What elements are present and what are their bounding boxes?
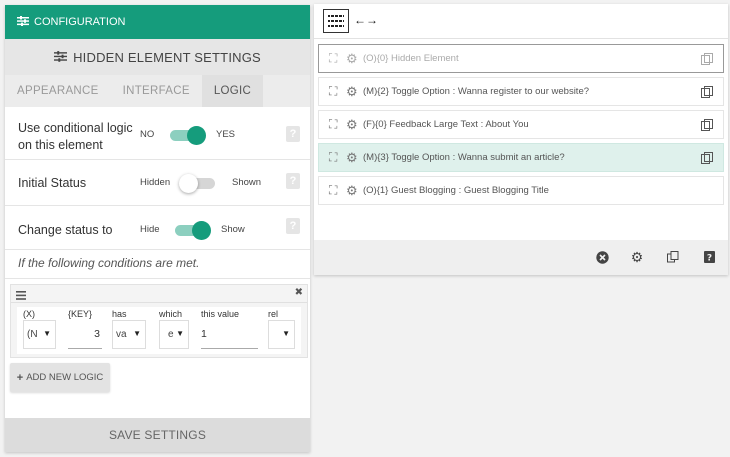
configuration-tab[interactable]: CONFIGURATION xyxy=(5,5,310,39)
resize-arrows-icon[interactable]: ←→ xyxy=(354,13,378,27)
which-select[interactable]: e ▼ xyxy=(159,320,189,349)
duplicate-icon[interactable] xyxy=(666,250,680,264)
list-item-label: (F){0} Feedback Large Text : About You xyxy=(363,119,529,130)
sliders-icon xyxy=(17,15,29,29)
tab-logic[interactable]: LOGIC xyxy=(201,75,264,107)
toggle-on-label: Show xyxy=(221,224,245,235)
duplicate-icon[interactable] xyxy=(701,119,713,131)
divider xyxy=(5,278,310,279)
configuration-tab-bar: CONFIGURATION xyxy=(5,5,310,39)
tab-interface[interactable]: INTERFACE xyxy=(111,75,202,107)
panel-title-text: HIDDEN ELEMENT SETTINGS xyxy=(73,49,261,65)
drag-handle-icon[interactable] xyxy=(16,289,26,303)
elements-toolbar: ←→ xyxy=(314,4,728,39)
this-value-input[interactable]: 1 xyxy=(201,320,258,349)
change-status-toggle[interactable] xyxy=(175,221,211,240)
key-input-value: 3 xyxy=(94,328,100,340)
conditional-logic-label-line2: on this element xyxy=(18,138,103,152)
gear-icon[interactable]: ⚙ xyxy=(630,249,644,265)
logic-rule-header: ✖ xyxy=(11,285,307,303)
has-select[interactable]: va ▼ xyxy=(112,320,146,349)
gear-icon[interactable]: ⚙ xyxy=(346,84,363,100)
grid-layout-button[interactable] xyxy=(323,9,349,33)
toggle-off-label: Hide xyxy=(140,224,160,235)
initial-status-toggle[interactable] xyxy=(179,174,215,193)
sliders-icon xyxy=(54,50,68,65)
logic-rule-fields: (X) {KEY} has which this value rel (N ▼ 3… xyxy=(17,307,301,354)
has-select-value: va xyxy=(116,329,127,340)
list-item-label: (O){0} Hidden Element xyxy=(363,53,459,64)
duplicate-icon[interactable] xyxy=(701,86,713,98)
fullscreen-icon[interactable]: ⛶ xyxy=(329,150,346,165)
help-icon[interactable]: ? xyxy=(702,250,716,264)
toggle-on-label: YES xyxy=(216,129,236,140)
change-status-label: Change status to xyxy=(18,223,113,237)
duplicate-icon[interactable] xyxy=(701,53,713,65)
initial-status-row: Initial Status Hidden Shown ? xyxy=(5,160,310,206)
add-new-logic-button[interactable]: + ADD NEW LOGIC xyxy=(10,363,110,392)
column-header-this-value: this value xyxy=(201,309,240,319)
list-item[interactable]: ⛶ ⚙ (M){2} Toggle Option : Wanna registe… xyxy=(318,77,724,106)
gear-icon[interactable]: ⚙ xyxy=(346,117,363,133)
toggle-off-label: Hidden xyxy=(140,177,171,188)
save-settings-button[interactable]: SAVE SETTINGS xyxy=(5,418,310,452)
gear-icon[interactable]: ⚙ xyxy=(346,150,363,166)
column-header-key: {KEY} xyxy=(68,309,93,319)
elements-footer: ⚙ ? xyxy=(314,240,728,275)
subtab-bar: APPEARANCE INTERFACE LOGIC xyxy=(5,75,310,107)
fullscreen-icon[interactable]: ⛶ xyxy=(329,117,346,132)
conditional-logic-toggle[interactable] xyxy=(170,126,206,145)
list-item[interactable]: ⛶ ⚙ (O){1} Guest Blogging : Guest Bloggi… xyxy=(318,176,724,205)
grid-icon xyxy=(328,13,344,29)
list-item-label: (M){3} Toggle Option : Wanna submit an a… xyxy=(363,152,565,163)
initial-status-label: Initial Status xyxy=(18,176,87,190)
logic-rule: ✖ (X) {KEY} has which this value rel (N ▼… xyxy=(10,284,308,358)
close-circle-icon[interactable] xyxy=(595,250,609,264)
list-item-label: (O){1} Guest Blogging : Guest Blogging T… xyxy=(363,185,549,196)
toggle-off-label: NO xyxy=(140,129,155,140)
conditional-logic-row: Use conditional logic on this element NO… xyxy=(5,107,310,160)
conditions-text: If the following conditions are met. xyxy=(18,256,200,270)
toggle-knob xyxy=(187,126,206,145)
toggle-knob xyxy=(179,174,198,193)
x-select[interactable]: (N ▼ xyxy=(23,320,56,349)
help-icon[interactable]: ? xyxy=(286,126,300,142)
configuration-tab-label: CONFIGURATION xyxy=(34,16,126,28)
rel-select[interactable]: ▼ xyxy=(268,320,295,349)
conditional-logic-label: Use conditional logic on this element xyxy=(18,120,133,154)
tab-appearance[interactable]: APPEARANCE xyxy=(5,75,111,107)
panel-title: HIDDEN ELEMENT SETTINGS xyxy=(5,39,310,75)
help-icon[interactable]: ? xyxy=(286,218,300,234)
elements-panel: ←→ ⛶ ⚙ (O){0} Hidden Element ⛶ ⚙ (M){2} … xyxy=(314,4,728,275)
this-value-input-value: 1 xyxy=(201,328,207,340)
fullscreen-icon[interactable]: ⛶ xyxy=(329,51,346,66)
list-item-label: (M){2} Toggle Option : Wanna register to… xyxy=(363,86,590,97)
svg-text:?: ? xyxy=(706,254,711,264)
list-item[interactable]: ⛶ ⚙ (M){3} Toggle Option : Wanna submit … xyxy=(318,143,724,172)
which-select-value: e xyxy=(168,329,174,340)
column-header-has: has xyxy=(112,309,127,319)
settings-panel: CONFIGURATION HIDDEN ELEMENT SETTINGS AP… xyxy=(5,5,310,452)
add-new-logic-label: ADD NEW LOGIC xyxy=(26,372,104,383)
element-list: ⛶ ⚙ (O){0} Hidden Element ⛶ ⚙ (M){2} Tog… xyxy=(318,44,724,209)
column-header-x: (X) xyxy=(23,309,35,319)
change-status-row: Change status to Hide Show ? xyxy=(5,206,310,250)
help-icon[interactable]: ? xyxy=(286,173,300,189)
conditional-logic-label-line1: Use conditional logic xyxy=(18,121,133,135)
fullscreen-icon[interactable]: ⛶ xyxy=(329,84,346,99)
plus-icon: + xyxy=(16,371,24,384)
list-item[interactable]: ⛶ ⚙ (F){0} Feedback Large Text : About Y… xyxy=(318,110,724,139)
fullscreen-icon[interactable]: ⛶ xyxy=(329,183,346,198)
toggle-knob xyxy=(192,221,211,240)
x-select-value: (N xyxy=(27,329,38,340)
close-icon[interactable]: ✖ xyxy=(295,287,303,298)
duplicate-icon[interactable] xyxy=(701,152,713,164)
column-header-which: which xyxy=(159,309,183,319)
key-input[interactable]: 3 xyxy=(68,320,102,349)
gear-icon[interactable]: ⚙ xyxy=(346,51,363,67)
list-item[interactable]: ⛶ ⚙ (O){0} Hidden Element xyxy=(318,44,724,73)
gear-icon[interactable]: ⚙ xyxy=(346,183,363,199)
toggle-on-label: Shown xyxy=(232,177,262,188)
column-header-rel: rel xyxy=(268,309,279,319)
